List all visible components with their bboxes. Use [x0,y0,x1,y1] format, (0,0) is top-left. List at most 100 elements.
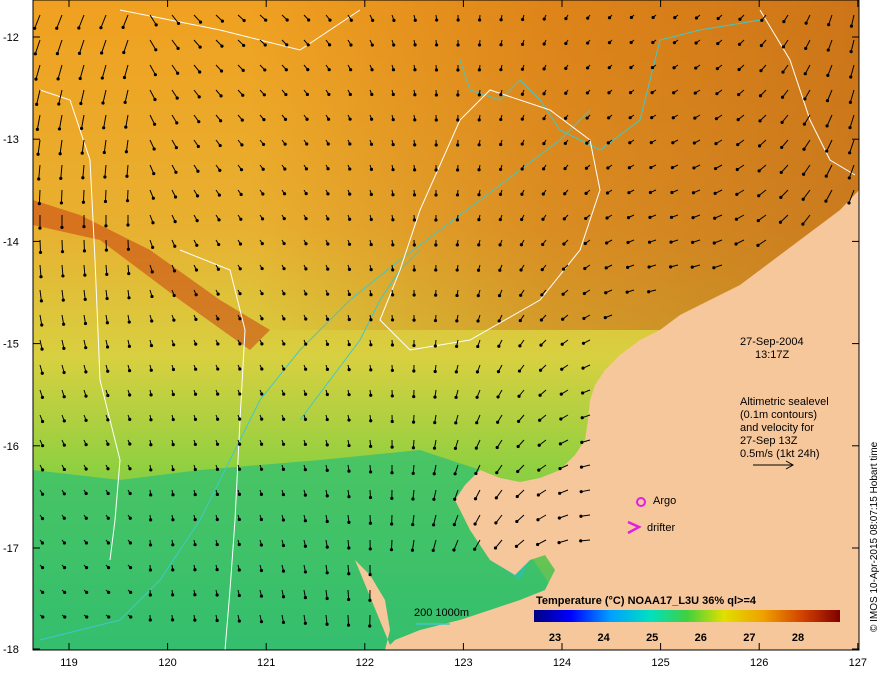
velocity-arrow-head [434,168,438,172]
velocity-arrow-head [455,193,460,197]
velocity-arrow-head [238,367,242,371]
velocity-arrow-head [585,141,589,145]
velocity-arrow-head [473,522,477,526]
velocity-arrow-head [476,294,480,298]
velocity-arrow-head [282,192,287,196]
velocity-arrow-head [303,544,308,548]
velocity-arrow-head [259,620,264,624]
velocity-arrow-head [392,18,396,22]
velocity-arrow-head [40,347,44,351]
velocity-arrow-head [260,392,264,396]
velocity-arrow-head [285,43,289,47]
velocity-arrow-head [347,368,351,372]
velocity-arrow-head [238,317,242,321]
velocity-arrow-head [390,496,394,500]
velocity-arrow-head [325,519,329,524]
velocity-arrow-head [713,191,717,196]
velocity-arrow-head [564,41,568,46]
velocity-arrow-head [412,218,417,222]
velocity-arrow-head [434,268,438,272]
velocity-arrow-head [347,393,351,397]
velocity-arrow-head [497,319,501,323]
colorbar-tick-label: 25 [646,632,658,644]
velocity-arrow-head [106,369,110,373]
velocity-arrow-head [825,99,830,103]
velocity-arrow-head [561,292,565,296]
velocity-arrow-head [848,100,852,104]
velocity-arrow-head [194,367,198,371]
velocity-arrow-head [38,250,43,255]
velocity-arrow-head [390,368,394,373]
velocity-arrow-head [33,26,37,30]
velocity-arrow-head [847,176,851,180]
velocity-arrow-head [735,192,739,196]
velocity-arrow-head [516,444,520,449]
velocity-arrow-head [691,216,695,220]
velocity-arrow-head [237,517,241,522]
velocity-arrow-head [826,48,830,52]
velocity-arrow-head [825,149,829,153]
velocity-arrow-head [347,418,351,422]
velocity-arrow-head [369,444,373,448]
velocity-arrow-head [106,566,111,570]
velocity-arrow-head [284,68,288,72]
velocity-arrow-head [779,170,783,175]
velocity-arrow-head [760,18,764,22]
velocity-arrow-head [171,417,175,422]
velocity-arrow-head [220,44,224,48]
velocity-arrow-head [153,97,157,102]
velocity-arrow-head [123,100,127,105]
velocity-arrow-head [306,68,310,72]
velocity-arrow-head [371,18,375,22]
velocity-arrow-head [105,272,109,276]
velocity-arrow-head [413,68,417,72]
velocity-arrow-head [714,117,719,121]
velocity-arrow-head [670,166,674,170]
velocity-arrow-head [434,293,438,297]
velocity-arrow-head [176,71,180,75]
velocity-arrow-head [558,466,562,471]
velocity-arrow-head [34,77,38,81]
velocity-arrow-head [173,220,177,224]
velocity-arrow-head [757,144,762,148]
velocity-arrow-head [824,199,828,203]
velocity-arrow-head [734,217,739,221]
velocity-arrow-head [672,41,677,45]
velocity-arrow-head [515,494,519,499]
velocity-arrow-head [368,470,373,474]
velocity-arrow-head [557,516,561,520]
velocity-arrow-head [79,101,83,106]
velocity-arrow-head [413,18,417,22]
velocity-arrow-head [804,21,808,25]
velocity-arrow-head [477,168,481,172]
velocity-arrow-head [106,467,110,471]
velocity-arrow-head [847,201,851,205]
velocity-arrow-head [756,218,760,223]
velocity-arrow-head [216,417,220,421]
velocity-arrow-head [215,593,219,597]
velocity-arrow-head [671,116,675,120]
velocity-arrow-head [149,368,153,372]
velocity-arrow-head [62,322,66,326]
velocity-arrow-head [284,92,288,97]
velocity-arrow-head [348,217,352,221]
velocity-arrow-head [370,43,374,47]
velocity-arrow-head [581,341,586,345]
velocity-arrow-head [536,493,540,497]
velocity-arrow-head [103,175,107,179]
velocity-arrow-head [581,366,585,370]
velocity-arrow-head [368,573,372,577]
velocity-arrow-head [174,145,178,150]
velocity-arrow-head [692,166,696,170]
velocity-arrow-head [477,118,481,122]
velocity-arrow-head [499,68,503,72]
velocity-arrow-head [193,618,197,622]
velocity-arrow-head [849,75,853,79]
velocity-arrow-head [564,17,568,21]
velocity-arrow-head [736,142,740,147]
velocity-arrow-head [219,94,223,98]
velocity-arrow-head [434,218,438,222]
velocity-arrow-head [152,122,157,126]
velocity-arrow-head [218,168,222,172]
velocity-arrow-head [802,172,806,176]
